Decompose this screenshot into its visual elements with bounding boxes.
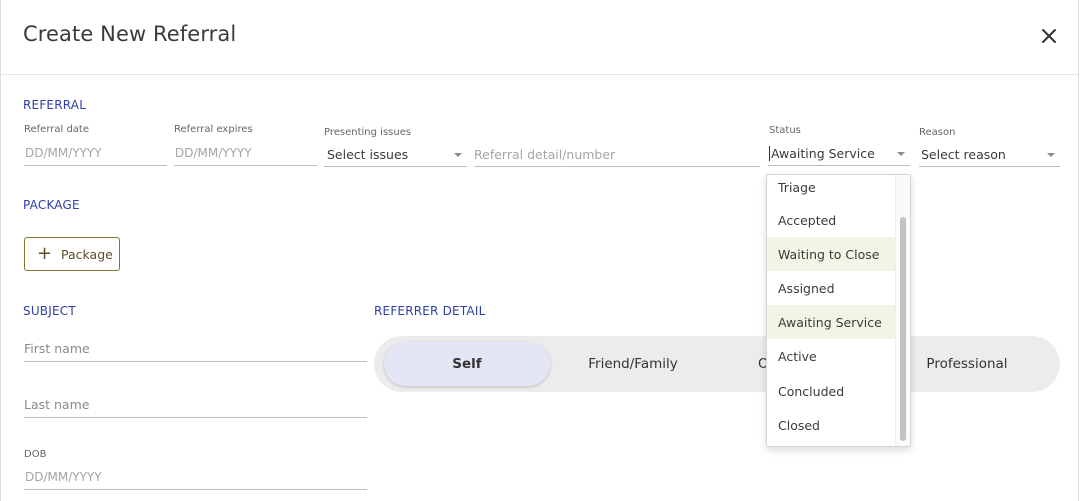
status-label: Status	[769, 125, 801, 136]
referral-expires-placeholder: DD/MM/YYYY	[175, 146, 252, 160]
dialog-title: Create New Referral	[23, 22, 237, 46]
dropdown-scrollbar-thumb[interactable]	[900, 217, 906, 441]
package-section-label: PACKAGE	[23, 198, 80, 212]
referral-date-label: Referral date	[24, 124, 90, 135]
last-name-placeholder: Last name	[24, 397, 90, 412]
chevron-down-icon	[1047, 153, 1055, 157]
presenting-issues-underline	[324, 166, 467, 167]
status-option-accepted[interactable]: Accepted	[767, 203, 895, 237]
presenting-issues-value: Select issues	[327, 147, 409, 162]
chevron-down-icon	[454, 153, 462, 157]
referrer-option-self[interactable]: Self	[384, 342, 550, 386]
add-package-label: Package	[61, 246, 113, 262]
status-option-concluded[interactable]: Concluded	[767, 374, 895, 408]
status-value: Awaiting Service	[769, 146, 875, 161]
referrer-detail-section-label: REFERRER DETAIL	[374, 304, 486, 318]
referral-detail-placeholder: Referral detail/number	[474, 147, 616, 162]
dob-placeholder: DD/MM/YYYY	[25, 470, 102, 484]
dob-underline	[24, 489, 367, 490]
status-option-active[interactable]: Active	[767, 339, 895, 373]
last-name-underline	[24, 417, 367, 418]
referral-expires-label: Referral expires	[174, 124, 253, 135]
referral-section-label: REFERRAL	[23, 98, 87, 112]
add-package-button[interactable]: + Package	[24, 237, 120, 271]
dialog-header: Create New Referral	[1, 0, 1078, 75]
status-option-assigned[interactable]: Assigned	[767, 271, 895, 305]
status-option-closed[interactable]: Closed	[767, 408, 895, 442]
referrer-option-friend-family[interactable]: Friend/Family	[550, 336, 716, 392]
referrer-type-toggle: Self Friend/Family O Professional	[374, 336, 1060, 392]
reason-underline	[919, 166, 1060, 167]
status-dropdown-menu: Triage Accepted Waiting to Close Assigne…	[766, 174, 911, 447]
status-option-triage[interactable]: Triage	[767, 175, 895, 204]
referral-expires-underline	[174, 165, 317, 166]
presenting-issues-label: Presenting issues	[324, 127, 412, 138]
referral-date-underline	[24, 165, 167, 166]
status-underline	[768, 165, 910, 166]
create-referral-dialog: Create New Referral REFERRAL Referral da…	[0, 0, 1079, 501]
dob-label: DOB	[24, 449, 47, 460]
referral-detail-underline	[474, 166, 760, 167]
first-name-placeholder: First name	[24, 341, 90, 356]
referral-date-placeholder: DD/MM/YYYY	[25, 146, 102, 160]
subject-section-label: SUBJECT	[23, 304, 76, 318]
first-name-underline	[24, 361, 367, 362]
reason-value: Select reason	[921, 147, 1006, 162]
chevron-down-icon	[897, 152, 905, 156]
status-option-awaiting-service[interactable]: Awaiting Service	[767, 305, 895, 339]
status-option-waiting-to-close[interactable]: Waiting to Close	[767, 237, 895, 271]
close-icon[interactable]	[1039, 26, 1059, 46]
reason-label: Reason	[919, 127, 956, 138]
plus-icon: +	[37, 243, 53, 264]
